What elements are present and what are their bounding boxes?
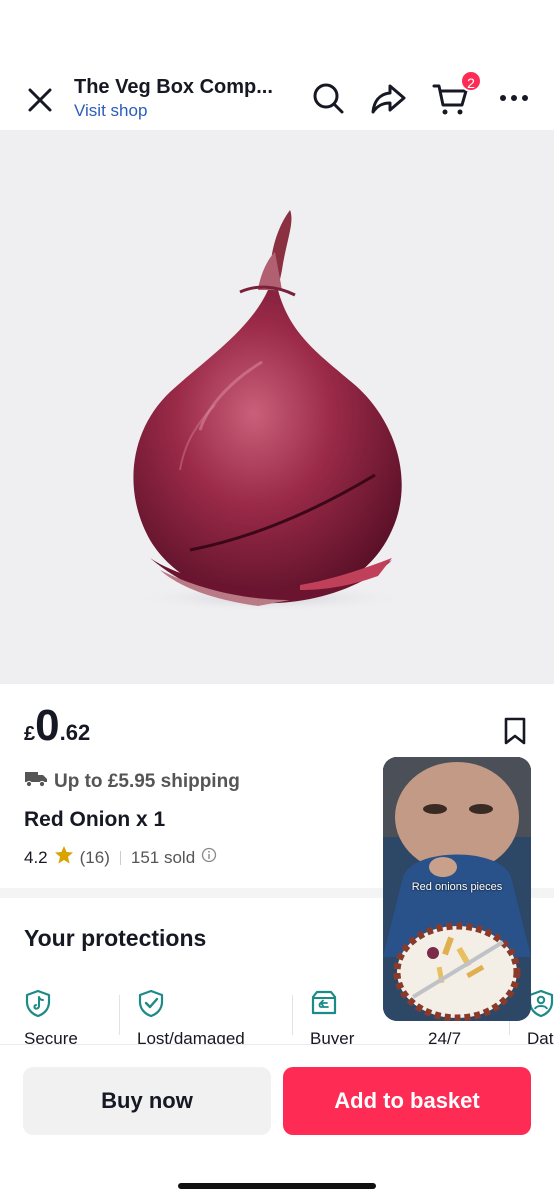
price-decimal: .62 — [59, 720, 91, 745]
protection-label: Buyer — [310, 1029, 355, 1045]
protections-title: Your protections — [24, 925, 207, 951]
floating-video-player[interactable]: Red onions pieces — [383, 757, 531, 1021]
close-icon[interactable] — [22, 82, 58, 118]
visit-shop-link[interactable]: Visit shop — [74, 101, 147, 121]
delivery-truck-icon — [24, 770, 48, 794]
shipping-text: Up to £5.95 shipping — [54, 771, 240, 792]
return-box-icon — [310, 989, 338, 1017]
price-currency: £ — [24, 723, 36, 745]
more-options-icon[interactable] — [494, 78, 534, 118]
protection-item-lost-damaged[interactable]: Lost/damaged — [137, 985, 267, 1045]
buy-now-button[interactable]: Buy now — [23, 1067, 271, 1135]
rating-row[interactable]: 4.2 (16) 151 sold — [24, 845, 217, 870]
product-image[interactable] — [0, 130, 554, 684]
info-icon[interactable] — [201, 847, 217, 868]
separator — [119, 850, 121, 865]
protection-label: Lost/damaged — [137, 1029, 245, 1045]
add-to-basket-button[interactable]: Add to basket — [283, 1067, 531, 1135]
bookmark-icon[interactable] — [502, 716, 528, 746]
product-price: £ 0 .62 — [24, 704, 90, 748]
shop-name[interactable]: The Veg Box Comp... — [74, 76, 273, 99]
review-count: (16) — [79, 847, 110, 867]
protection-item-secure[interactable]: Secure — [24, 985, 154, 1045]
cart-count-badge: 2 — [460, 70, 482, 92]
separator — [292, 995, 293, 1035]
protection-label: Secure — [24, 1029, 78, 1045]
separator — [119, 995, 120, 1035]
star-icon — [54, 845, 74, 870]
search-icon[interactable] — [308, 78, 348, 118]
shield-tiktok-icon — [24, 989, 52, 1018]
protection-label: Dat — [527, 1029, 554, 1045]
protection-label: 24/7 — [428, 1029, 462, 1045]
share-icon[interactable] — [368, 78, 408, 118]
data-privacy-icon — [527, 989, 554, 1018]
onion-illustration — [130, 210, 410, 612]
shipping-info: Up to £5.95 shipping — [24, 770, 240, 794]
shield-check-icon — [137, 989, 165, 1018]
price-integer: 0 — [35, 701, 60, 750]
protection-item-data[interactable]: Dat — [527, 985, 554, 1045]
video-caption: Red onions pieces — [411, 881, 503, 893]
rating-value: 4.2 — [24, 847, 48, 867]
sold-count: 151 sold — [130, 847, 196, 867]
top-nav-bar: The Veg Box Comp... Visit shop 2 — [0, 60, 554, 130]
product-title: Red Onion x 1 — [24, 808, 166, 831]
home-indicator[interactable] — [178, 1183, 376, 1189]
bottom-action-bar: Buy now Add to basket — [0, 1044, 554, 1200]
